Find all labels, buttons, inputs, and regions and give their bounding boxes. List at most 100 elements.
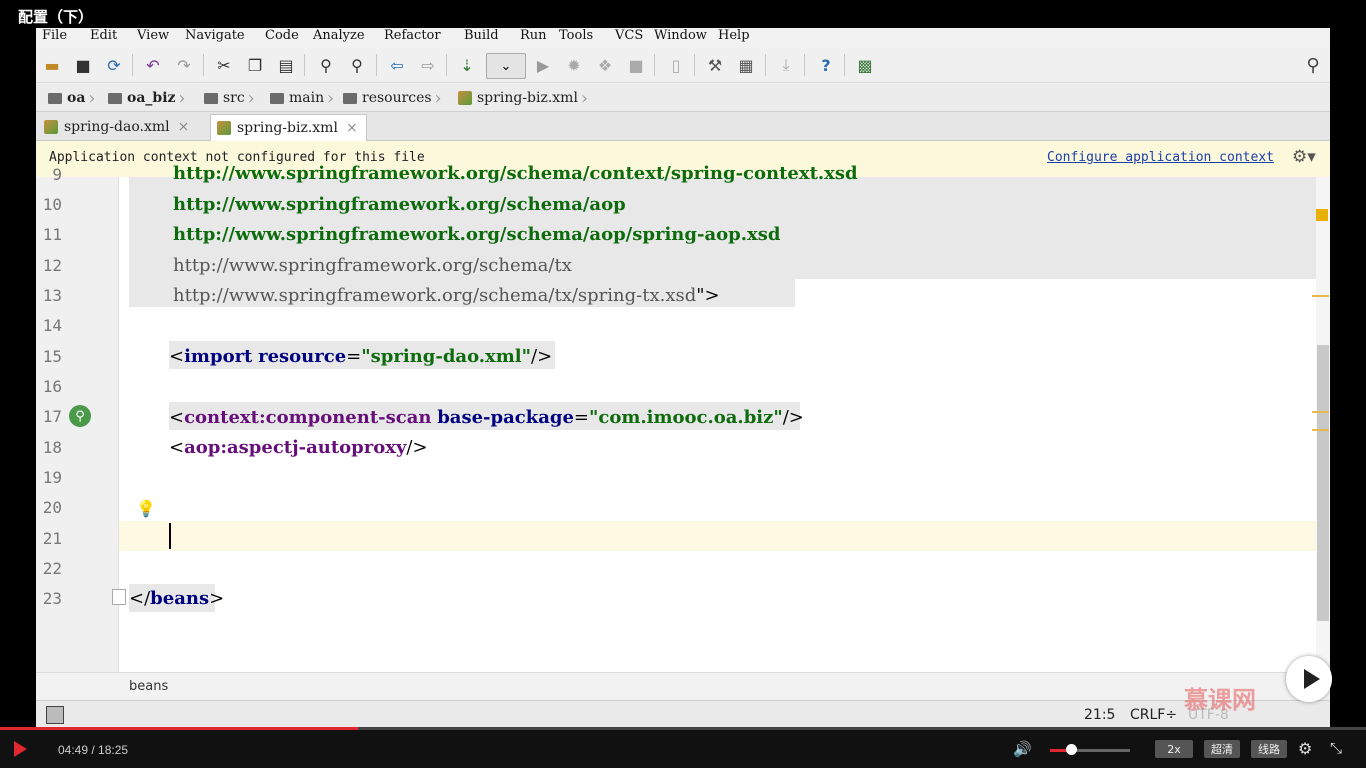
- line-number: 18: [42, 438, 62, 457]
- undo-icon[interactable]: ↶: [143, 55, 163, 75]
- code-text: />: [531, 346, 553, 367]
- line-separator[interactable]: CRLF÷: [1130, 707, 1177, 723]
- menu-edit[interactable]: Edit: [90, 28, 117, 43]
- crumb-spring-biz[interactable]: spring-biz.xml ›: [458, 88, 588, 109]
- code-line-11: http://www.springframework.org/schema/ao…: [173, 224, 781, 245]
- configure-context-link[interactable]: Configure application context: [1047, 150, 1274, 165]
- resources-folder-icon: [343, 92, 357, 104]
- stripe-marker[interactable]: [1312, 411, 1329, 413]
- spring-bean-icon[interactable]: ⚲: [69, 405, 91, 427]
- code-text: =: [573, 407, 589, 428]
- make-project-icon[interactable]: ⇣: [457, 55, 477, 75]
- code-text: aop:aspectj-autoproxy: [184, 437, 407, 458]
- toolbar: ▬ ■ ⟳ ↶ ↷ ✂ ❐ ▤ ⚲ ⚲ ⇦ ⇨ ⇣ ⌄ ▶ ✹ ❖ ■ ▯ ⚒ …: [36, 48, 1330, 83]
- tab-spring-dao[interactable]: spring-dao.xml ×: [38, 114, 197, 140]
- chevron-right-icon: ›: [88, 88, 96, 109]
- volume-slider[interactable]: [1050, 749, 1130, 752]
- fullscreen-icon[interactable]: ⤡: [1330, 739, 1342, 757]
- play-icon[interactable]: [14, 741, 27, 757]
- paste-icon[interactable]: ▤: [276, 55, 296, 75]
- search-everywhere-icon[interactable]: ⚲: [1303, 55, 1323, 76]
- caret-position[interactable]: 21:5: [1084, 707, 1115, 723]
- crumb-src[interactable]: src ›: [204, 88, 255, 109]
- menu-vcs[interactable]: VCS: [615, 28, 643, 43]
- close-icon[interactable]: ×: [346, 120, 358, 136]
- gear-icon[interactable]: ⚙: [1298, 739, 1312, 758]
- crumb-oa-biz[interactable]: oa_biz ›: [108, 88, 185, 109]
- code-line-15: <import resource="spring-dao.xml"/>: [169, 346, 552, 367]
- volume-icon[interactable]: 🔊: [1013, 740, 1032, 758]
- code-editor[interactable]: 9 10 11 12 13 14 15 16 17 18 19 20 21 22…: [36, 163, 1330, 672]
- scrollbar-thumb[interactable]: [1317, 345, 1329, 621]
- menu-window[interactable]: Window: [654, 28, 707, 43]
- stripe-marker[interactable]: [1312, 429, 1329, 431]
- gear-icon[interactable]: ⚙▾: [1292, 147, 1316, 167]
- menu-tools[interactable]: Tools: [559, 28, 593, 43]
- crumb-resources[interactable]: resources ›: [343, 88, 442, 109]
- menu-view[interactable]: View: [137, 28, 169, 43]
- fold-marker-icon[interactable]: [112, 589, 126, 605]
- tool-windows-icon[interactable]: [46, 706, 64, 724]
- run-config-dropdown[interactable]: ⌄: [486, 53, 526, 79]
- copy-icon[interactable]: ❐: [245, 55, 265, 75]
- tab-spring-biz[interactable]: spring-biz.xml ×: [210, 114, 367, 141]
- code-text: <: [169, 407, 185, 428]
- structure-crumb-beans[interactable]: beans: [129, 679, 168, 694]
- download-icon[interactable]: ⤓: [776, 55, 796, 75]
- run-icon[interactable]: ▶: [533, 55, 553, 75]
- menu-run[interactable]: Run: [520, 28, 547, 43]
- menu-file[interactable]: File: [42, 28, 67, 43]
- open-folder-icon[interactable]: ▬: [42, 55, 62, 75]
- vcs-icon[interactable]: ▯: [666, 55, 686, 75]
- menu-help[interactable]: Help: [718, 28, 750, 43]
- code-line-10: http://www.springframework.org/schema/ao…: [173, 194, 626, 215]
- project-structure-icon[interactable]: ▦: [736, 55, 756, 75]
- warning-marker-icon[interactable]: [1316, 209, 1328, 221]
- lightbulb-icon[interactable]: 💡: [136, 499, 156, 518]
- close-icon[interactable]: ×: [178, 119, 190, 135]
- crumb-oa[interactable]: oa ›: [48, 88, 95, 109]
- replace-icon[interactable]: ⚲: [347, 55, 367, 75]
- help-icon[interactable]: ?: [816, 55, 836, 75]
- video-title: 配置（下）: [18, 8, 94, 26]
- module-folder-icon: [108, 92, 122, 104]
- crumb-label: oa: [67, 90, 86, 106]
- toolbar-separator: [203, 54, 204, 76]
- chevron-right-icon: ›: [434, 88, 442, 109]
- settings-wrench-icon[interactable]: ⚒: [705, 55, 725, 75]
- ide-window: File Edit View Navigate Code Analyze Ref…: [36, 28, 1330, 728]
- folder-icon: [270, 92, 284, 104]
- quality-button[interactable]: 超清: [1204, 740, 1240, 758]
- stripe-marker[interactable]: [1312, 295, 1329, 297]
- menu-analyze[interactable]: Analyze: [313, 28, 365, 43]
- line-number: 22: [42, 559, 62, 578]
- code-text: beans: [150, 588, 210, 609]
- line-number: 9: [52, 165, 62, 184]
- crumb-main[interactable]: main ›: [270, 88, 334, 109]
- menu-build[interactable]: Build: [464, 28, 499, 43]
- menu-refactor[interactable]: Refactor: [384, 28, 441, 43]
- redo-icon[interactable]: ↷: [174, 55, 194, 75]
- line-number: 13: [42, 286, 62, 305]
- menu-navigate[interactable]: Navigate: [185, 28, 245, 43]
- volume-knob[interactable]: [1066, 744, 1077, 755]
- crumb-label: main: [289, 90, 325, 106]
- route-button[interactable]: 线路: [1251, 740, 1287, 758]
- back-icon[interactable]: ⇦: [387, 55, 407, 75]
- toolbar-separator: [304, 54, 305, 76]
- chevron-right-icon: ›: [580, 88, 588, 109]
- coverage-icon[interactable]: ❖: [595, 55, 615, 75]
- save-icon[interactable]: ■: [73, 55, 93, 75]
- cut-icon[interactable]: ✂: [214, 55, 234, 75]
- code-text: context:component-scan: [184, 407, 432, 428]
- speed-button[interactable]: 2x: [1155, 740, 1193, 758]
- play-overlay-button[interactable]: [1286, 656, 1332, 702]
- forward-icon[interactable]: ⇨: [418, 55, 438, 75]
- sync-icon[interactable]: ⟳: [104, 55, 124, 75]
- debug-icon[interactable]: ✹: [564, 55, 584, 75]
- line-number: 23: [42, 589, 62, 608]
- find-icon[interactable]: ⚲: [316, 55, 336, 75]
- menu-code[interactable]: Code: [265, 28, 299, 43]
- stop-icon[interactable]: ■: [626, 55, 646, 75]
- terminal-icon[interactable]: ▩: [855, 55, 875, 75]
